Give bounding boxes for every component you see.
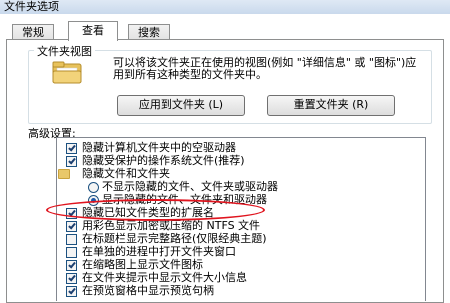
reset-folders-button[interactable]: 重置文件夹 (R) <box>267 95 395 116</box>
tab-view[interactable]: 查看 <box>68 21 118 41</box>
list-item-label: 不显示隐藏的文件、文件夹或驱动器 <box>102 180 278 193</box>
radio-button[interactable] <box>88 195 99 206</box>
list-item-label: 在单独的进程中打开文件夹窗口 <box>82 245 236 258</box>
checkbox[interactable] <box>66 260 77 271</box>
checkbox[interactable] <box>66 286 77 297</box>
list-item-label: 在标题栏显示完整路径(仅限经典主题) <box>82 232 267 245</box>
list-item-label: 隐藏文件和文件夹 <box>82 167 170 180</box>
list-item-label: 用彩色显示加密或压缩的 NTFS 文件 <box>82 219 261 232</box>
checkbox[interactable] <box>66 143 77 154</box>
checkbox[interactable] <box>66 247 77 258</box>
tab-search[interactable]: 搜索 <box>128 24 170 40</box>
tab-strip: 常规 查看 搜索 <box>0 14 450 41</box>
title-bar: 文件夹选项 <box>0 0 450 14</box>
window-title: 文件夹选项 <box>4 0 59 13</box>
list-item-label: 显示隐藏的文件、文件夹和驱动器 <box>102 193 267 206</box>
advanced-settings-list[interactable]: 隐藏计算机文件夹中的空驱动器 隐藏受保护的操作系统文件(推荐) 隐藏文件和文件夹… <box>56 137 426 301</box>
checkbox[interactable] <box>66 208 77 219</box>
list-item-label: 在预览窗格中显示预览句柄 <box>82 284 214 297</box>
checkbox[interactable] <box>66 156 77 167</box>
radio-button[interactable] <box>88 182 99 193</box>
checkbox[interactable] <box>66 221 77 232</box>
folder-views-legend: 文件夹视图 <box>34 43 95 59</box>
list-item-label: 隐藏已知文件类型的扩展名 <box>82 206 214 219</box>
folder-views-description: 可以将该文件夹正在使用的视图(例如 "详细信息" 或 "图标")应用到所有这种类… <box>113 56 417 81</box>
folder-icon <box>52 61 82 84</box>
list-item-label: 在文件夹提示中显示文件大小信息 <box>82 271 247 284</box>
list-item-label: 在缩略图上显示文件图标 <box>82 258 203 271</box>
checkbox[interactable] <box>66 234 77 245</box>
apply-to-folders-button[interactable]: 应用到文件夹 (L) <box>117 95 245 116</box>
checkbox[interactable] <box>66 273 77 284</box>
list-item-label: 隐藏计算机文件夹中的空驱动器 <box>82 141 236 154</box>
folder-icon <box>58 169 70 179</box>
tab-general[interactable]: 常规 <box>12 24 54 40</box>
list-item-label: 隐藏受保护的操作系统文件(推荐) <box>82 154 245 167</box>
